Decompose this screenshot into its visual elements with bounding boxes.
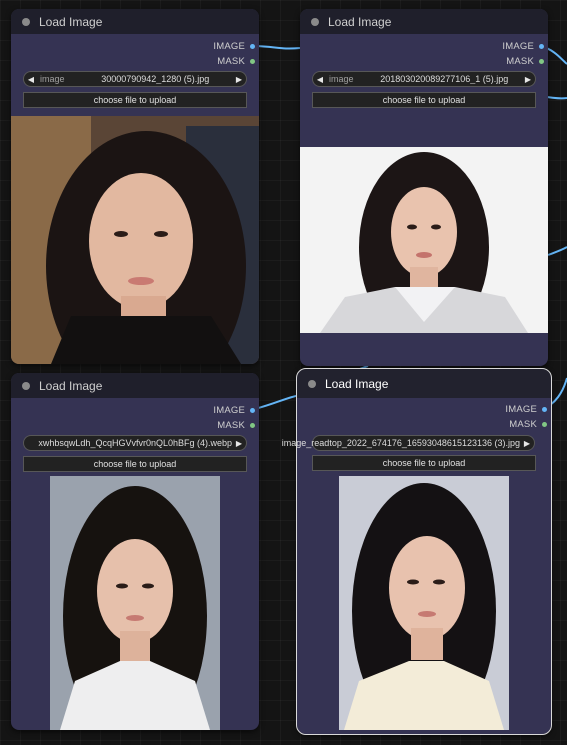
arrow-left-icon[interactable]: ◀	[24, 75, 38, 84]
load-image-node[interactable]: Load Image IMAGE MASK ◀ image 3000079094…	[11, 9, 259, 364]
choose-file-upload-button[interactable]: choose file to upload	[312, 455, 536, 471]
node-title: Load Image	[325, 376, 389, 391]
output-label-mask: MASK	[506, 55, 534, 67]
load-image-node[interactable]: Load Image IMAGE MASK choose file to upl…	[11, 373, 259, 730]
node-header[interactable]: Load Image	[297, 369, 551, 398]
image-preview	[11, 116, 259, 364]
collapse-dot-icon[interactable]	[308, 379, 316, 388]
arrow-right-icon[interactable]: ▶	[520, 439, 534, 448]
combo-widget-name: image	[40, 74, 65, 84]
image-output-slot[interactable]	[539, 43, 544, 49]
output-label-image: IMAGE	[213, 404, 245, 416]
output-label-mask: MASK	[217, 419, 245, 431]
load-image-node-selected[interactable]: Load Image IMAGE MASK choose file to upl…	[296, 368, 552, 735]
arrow-right-icon[interactable]: ▶	[521, 75, 535, 84]
output-label-mask: MASK	[217, 55, 245, 67]
collapse-dot-icon[interactable]	[22, 381, 30, 390]
mask-output-slot[interactable]	[542, 421, 547, 427]
choose-file-upload-button[interactable]: choose file to upload	[23, 456, 247, 472]
output-label-image: IMAGE	[505, 403, 537, 415]
node-header[interactable]: Load Image	[11, 9, 259, 34]
image-output-slot[interactable]	[250, 407, 255, 413]
image-preview	[300, 147, 548, 342]
node-title: Load Image	[39, 14, 103, 29]
node-header[interactable]: Load Image	[300, 9, 548, 34]
mask-output-slot[interactable]	[250, 58, 255, 64]
combo-file-value: 30000790942_1280 (5).jpg	[101, 74, 210, 84]
output-label-mask: MASK	[509, 418, 537, 430]
choose-file-upload-button[interactable]: choose file to upload	[312, 92, 536, 108]
collapse-dot-icon[interactable]	[311, 17, 319, 26]
mask-output-slot[interactable]	[250, 422, 255, 428]
combo-widget-name: image	[329, 74, 354, 84]
load-image-node[interactable]: Load Image IMAGE MASK ◀ image 2018030200…	[300, 9, 548, 366]
arrow-left-icon[interactable]: ◀	[313, 75, 327, 84]
arrow-right-icon[interactable]: ▶	[232, 75, 246, 84]
node-title: Load Image	[39, 378, 103, 393]
choose-file-upload-button[interactable]: choose file to upload	[23, 92, 247, 108]
combo-file-value: xwhbsqwLdh_QcqHGVvfvr0nQL0hBFg (4).webp	[38, 438, 232, 448]
node-header[interactable]: Load Image	[11, 373, 259, 398]
output-label-image: IMAGE	[502, 40, 534, 52]
image-preview	[339, 476, 509, 734]
link-wire	[547, 246, 567, 256]
image-combo-widget[interactable]: ◀ image 201803020089277106_1 (5).jpg ▶	[312, 71, 536, 87]
image-combo-widget[interactable]: image_readtop_2022_674176_16593048615123…	[282, 435, 535, 451]
image-preview	[50, 476, 220, 730]
image-combo-widget[interactable]: xwhbsqwLdh_QcqHGVvfvr0nQL0hBFg (4).webp …	[23, 435, 247, 451]
image-output-slot[interactable]	[542, 406, 547, 412]
combo-file-value: image_readtop_2022_674176_16593048615123…	[281, 438, 520, 448]
node-title: Load Image	[328, 14, 392, 29]
combo-file-value: 201803020089277106_1 (5).jpg	[380, 74, 509, 84]
image-output-slot[interactable]	[250, 43, 255, 49]
image-combo-widget[interactable]: ◀ image 30000790942_1280 (5).jpg ▶	[23, 71, 247, 87]
collapse-dot-icon[interactable]	[22, 17, 30, 26]
mask-output-slot[interactable]	[539, 58, 544, 64]
output-label-image: IMAGE	[213, 40, 245, 52]
